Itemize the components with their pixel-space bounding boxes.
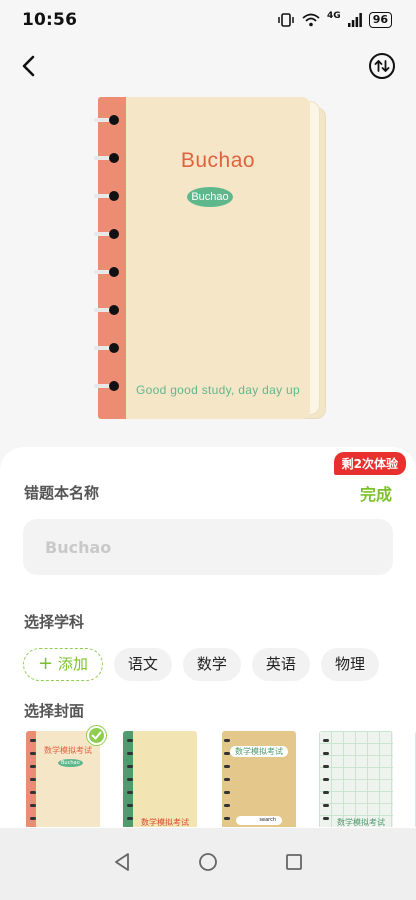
subject-chip-math[interactable]: 数学 — [182, 648, 241, 681]
binder-ring — [94, 381, 120, 393]
cover-ring — [30, 791, 36, 794]
cover-ring — [323, 804, 329, 807]
notebook-cover: Buchao Buchao Good good study, day day u… — [98, 97, 310, 419]
notebook-name-input[interactable] — [23, 519, 393, 575]
cover-title: 数学模拟考试 — [230, 746, 288, 757]
cover-ring — [30, 765, 36, 768]
subject-chips: + 添加 语文 数学 英语 物理 — [23, 648, 379, 682]
binder-ring — [94, 191, 120, 203]
plus-icon: + — [38, 653, 54, 674]
header — [0, 44, 416, 88]
cover-ring — [224, 778, 230, 781]
switch-button[interactable] — [368, 52, 396, 80]
triangle-back-icon — [115, 853, 130, 871]
cover-ring — [30, 752, 36, 755]
cover-ring — [323, 791, 329, 794]
cover-ring — [323, 817, 329, 820]
cover-ring — [30, 739, 36, 742]
cover-ring — [127, 791, 133, 794]
cover-option-1[interactable]: 数学模拟考试 Buchao — [26, 731, 100, 827]
subject-section-label: 选择学科 — [24, 613, 85, 631]
subject-chip-chinese[interactable]: 语文 — [113, 648, 172, 681]
cover-ring — [127, 739, 133, 742]
square-recents-icon — [285, 854, 302, 870]
chevron-left-icon — [22, 55, 35, 77]
binder-ring — [94, 229, 120, 241]
cover-ring — [224, 817, 230, 820]
cover-option-2[interactable]: 数学模拟考试 — [123, 731, 197, 827]
cover-option-3[interactable]: 数学模拟考试 search — [222, 731, 296, 827]
cover-ring — [224, 804, 230, 807]
cover-options: 数学模拟考试 Buchao 数学模拟考试 数学模拟考试 search 数学模拟考… — [26, 731, 416, 827]
cover-ring — [127, 804, 133, 807]
cover-ring — [30, 817, 36, 820]
subject-chip-english[interactable]: 英语 — [251, 648, 310, 681]
notebook-slogan: Good good study, day day up — [136, 383, 300, 397]
cover-ring — [30, 778, 36, 781]
status-icons: 4G 96 — [277, 11, 392, 28]
add-subject-label: 添加 — [57, 655, 88, 673]
cover-ring — [323, 765, 329, 768]
notebook-preview: Buchao Buchao Good good study, day day u… — [94, 97, 328, 422]
binder-ring — [94, 153, 120, 165]
cover-title: 数学模拟考试 — [44, 746, 92, 755]
vibrate-icon — [278, 13, 294, 27]
name-section-label: 错题本名称 — [24, 484, 100, 502]
subject-chip-physics[interactable]: 物理 — [320, 648, 379, 681]
battery-indicator: 96 — [368, 12, 392, 28]
notebook-badge: Buchao — [187, 187, 233, 207]
wifi-icon — [302, 13, 320, 27]
binder-ring — [94, 115, 120, 127]
trial-badge: 剩2次体验 — [333, 452, 406, 475]
cover-ring — [224, 765, 230, 768]
binder-ring — [94, 305, 120, 317]
notebook-spine — [98, 97, 126, 419]
nav-home-button[interactable] — [198, 852, 218, 876]
status-time: 10:56 — [22, 10, 78, 30]
binder-ring — [94, 267, 120, 279]
nav-recents-button[interactable] — [285, 853, 303, 875]
cover-ring — [127, 778, 133, 781]
cover-ring — [323, 778, 329, 781]
cover-search: search — [236, 816, 282, 825]
swap-vertical-icon — [369, 53, 395, 79]
nav-back-button[interactable] — [113, 852, 131, 876]
cover-ring — [224, 739, 230, 742]
cover-option-4[interactable]: 数学模拟考试 — [319, 731, 393, 827]
cover-ring — [127, 752, 133, 755]
binder-ring — [94, 343, 120, 355]
circle-home-icon — [199, 853, 217, 871]
signal-icon — [347, 13, 362, 27]
selected-check-icon — [87, 726, 106, 745]
cover-ring — [224, 752, 230, 755]
notebook-title: Buchao — [180, 149, 256, 172]
cover-badge: Buchao — [58, 759, 83, 767]
cover-ring — [224, 791, 230, 794]
cover-ring — [127, 765, 133, 768]
cover-title: 数学模拟考试 — [337, 818, 385, 827]
cover-ring — [323, 739, 329, 742]
cover-section-label: 选择封面 — [24, 702, 85, 720]
done-button[interactable]: 完成 — [360, 481, 392, 505]
network-type: 4G — [327, 11, 341, 21]
cover-ring — [127, 817, 133, 820]
navigation-bar — [0, 828, 416, 900]
cover-ring — [323, 752, 329, 755]
cover-title: 数学模拟考试 — [141, 818, 189, 827]
status-bar: 10:56 4G 96 — [0, 0, 416, 40]
cover-ring — [30, 804, 36, 807]
back-button[interactable] — [16, 52, 44, 80]
add-subject-button[interactable]: + 添加 — [23, 648, 103, 681]
